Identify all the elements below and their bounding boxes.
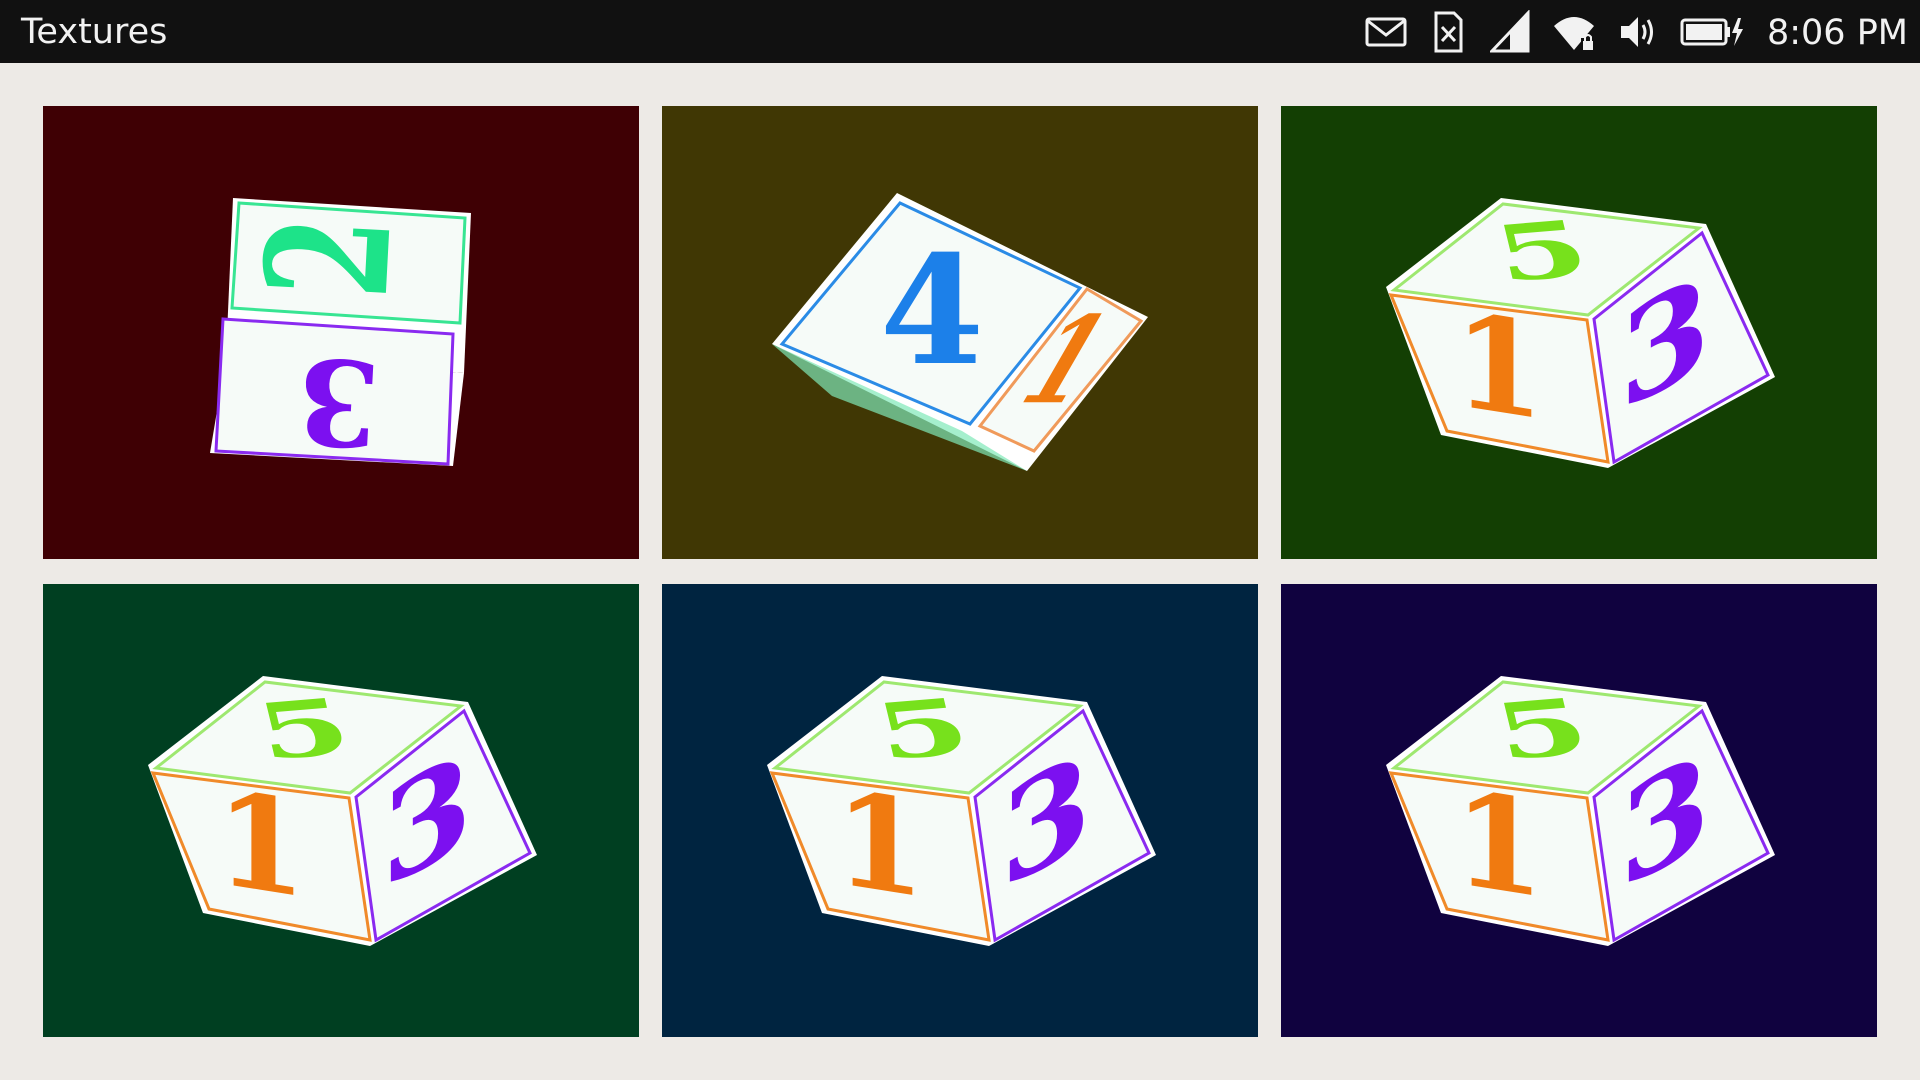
panel-olive[interactable]: 4 1 bbox=[662, 106, 1258, 559]
panel-green[interactable]: 5 1 3 bbox=[1281, 106, 1877, 559]
sim-card-icon[interactable] bbox=[1432, 10, 1464, 54]
face-digit-4: 4 bbox=[880, 223, 984, 399]
panel-navy-canvas: 5 1 3 bbox=[662, 584, 1258, 1037]
wifi-locked-icon[interactable] bbox=[1552, 10, 1598, 54]
cellular-signal-icon[interactable] bbox=[1490, 10, 1530, 54]
face-digit-3: 3 bbox=[294, 330, 383, 473]
panel-teal[interactable]: 5 1 3 bbox=[43, 584, 639, 1037]
mail-icon[interactable] bbox=[1364, 10, 1408, 54]
panel-indigo-canvas: 5 1 3 bbox=[1281, 584, 1877, 1037]
panel-indigo[interactable]: 5 1 3 bbox=[1281, 584, 1877, 1037]
face-digit-1: 1 bbox=[1454, 760, 1544, 927]
panel-olive-canvas: 4 1 bbox=[662, 106, 1258, 559]
face-digit-1: 1 bbox=[216, 760, 306, 927]
app-title: Textures bbox=[21, 12, 168, 52]
clock[interactable]: 8:06 PM bbox=[1767, 0, 1908, 63]
texture-grid: 2 3 4 1 5 1 3 5 1 3 5 1 3 5 1 3 bbox=[43, 106, 1877, 1037]
status-bar: Textures 8:06 PM bbox=[0, 0, 1920, 63]
volume-icon[interactable] bbox=[1618, 10, 1658, 54]
panel-red-canvas: 2 3 bbox=[43, 106, 639, 559]
panel-green-canvas: 5 1 3 bbox=[1281, 106, 1877, 559]
panel-teal-canvas: 5 1 3 bbox=[43, 584, 639, 1037]
panel-red[interactable]: 2 3 bbox=[43, 106, 639, 559]
battery-charging-icon[interactable] bbox=[1680, 10, 1746, 54]
face-digit-1: 1 bbox=[1454, 282, 1544, 449]
face-digit-1: 1 bbox=[835, 760, 925, 927]
face-digit-2: 2 bbox=[229, 212, 431, 303]
panel-navy[interactable]: 5 1 3 bbox=[662, 584, 1258, 1037]
